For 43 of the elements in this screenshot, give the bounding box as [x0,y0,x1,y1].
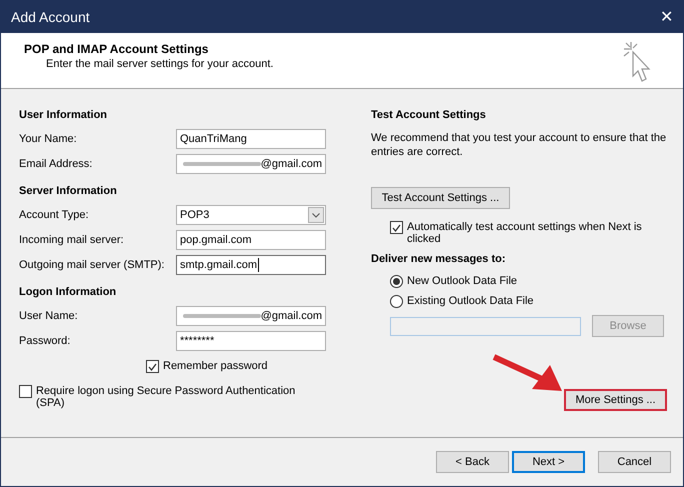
footer-button[interactable]: < Back [436,451,509,473]
close-button[interactable]: ✕ [660,6,673,26]
field-label: Incoming mail server: [19,234,125,246]
input-field[interactable]: @gmail.com [176,154,326,174]
header-title: POP and IMAP Account Settings [24,42,210,56]
section-heading: User Information [19,109,108,121]
checkbox[interactable] [146,360,159,373]
input-field[interactable]: pop.gmail.com [176,230,326,250]
radio-button[interactable] [390,295,403,308]
field-label: Outgoing mail server (SMTP): [19,259,166,271]
radio-label: New Outlook Data File [407,275,518,287]
dropdown[interactable]: POP3 [176,205,326,225]
checkbox[interactable] [390,221,403,234]
radio-button[interactable] [390,275,403,288]
input-field[interactable]: smtp.gmail.com [176,255,326,275]
radio-label: Existing Outlook Data File [407,295,534,307]
field-label: Email Address: [19,158,94,170]
checkbox-label: Require logon using Secure Password Authentication (SPA) [36,385,296,409]
footer-button[interactable]: Next > [512,451,585,473]
input-field[interactable]: ******** [176,331,326,351]
input-field[interactable]: QuanTriMang [176,129,326,149]
test-account-button[interactable]: Test Account Settings ... [371,187,510,209]
path-field[interactable] [390,316,581,336]
footer-button[interactable]: Cancel [598,451,671,473]
field-label: Your Name: [19,133,78,145]
chevron-icon [312,212,320,218]
more-settings-button[interactable]: More Settings ... [564,389,667,411]
checkbox[interactable] [19,385,32,398]
section-heading: Logon Information [19,286,118,298]
window-title: Add Account [11,8,90,24]
field-label: User Name: [19,310,79,322]
section-heading: Deliver new messages to: [371,253,507,265]
field-label: Password: [19,335,72,347]
check-icon [392,224,401,232]
checkbox-label: Remember password [163,360,268,372]
input-field[interactable]: @gmail.com [176,306,326,326]
section-heading: Test Account Settings [371,109,487,121]
field-label: Account Type: [19,209,90,221]
checkbox-label: Automatically test account settings when Next is clicked [407,221,643,245]
section-heading: Server Information [19,185,118,197]
description-text: We recommend that you test your account to ensure that the entries are correct. [371,131,667,159]
header-subtitle: Enter the mail server settings for your account. [46,58,274,70]
check-icon [148,362,157,370]
